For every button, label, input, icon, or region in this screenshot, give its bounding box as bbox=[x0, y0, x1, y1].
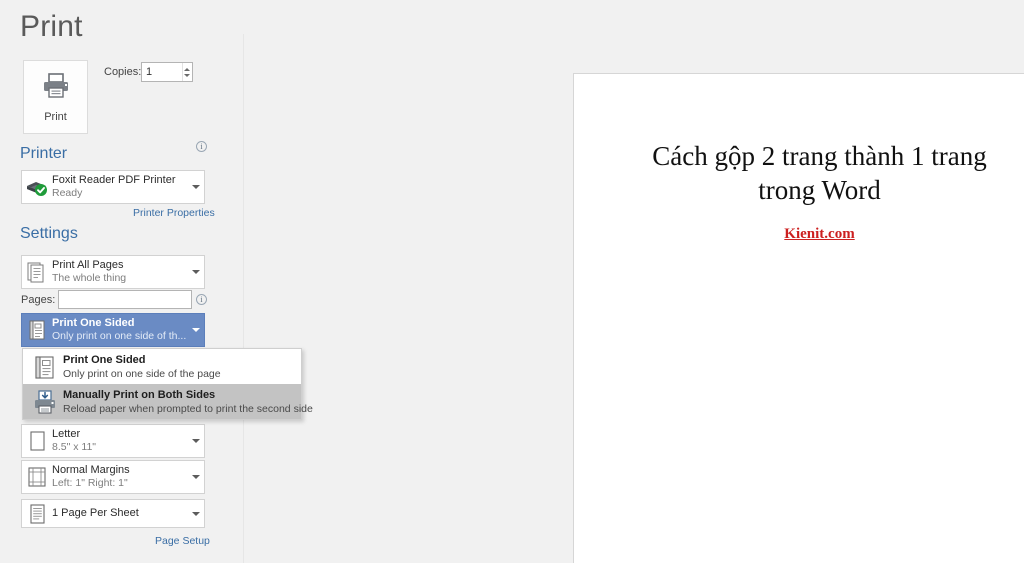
print-backstage: Print Print Copies: Printer i bbox=[0, 0, 1024, 563]
printer-status: Ready bbox=[52, 187, 83, 199]
printer-ready-icon bbox=[22, 177, 52, 197]
pages-per-sheet-icon bbox=[22, 503, 52, 525]
chevron-down-icon[interactable] bbox=[188, 185, 204, 189]
pages-per-sheet-title: 1 Page Per Sheet bbox=[52, 507, 139, 519]
spinner-up-icon[interactable] bbox=[184, 67, 191, 71]
chevron-down-icon[interactable] bbox=[188, 439, 204, 443]
pages-info-icon[interactable]: i bbox=[196, 294, 207, 305]
chevron-down-icon[interactable] bbox=[188, 511, 204, 516]
paper-icon bbox=[22, 430, 52, 452]
pages-per-sheet-select[interactable]: 1 Page Per Sheet bbox=[21, 499, 205, 528]
dropdown-option-title: Print One Sided bbox=[63, 353, 146, 366]
printer-info-icon[interactable]: i bbox=[196, 141, 207, 152]
margins-title: Normal Margins bbox=[52, 464, 130, 476]
copies-label: Copies: bbox=[104, 66, 142, 78]
print-range-subtitle: The whole thing bbox=[52, 272, 127, 284]
printer-icon bbox=[41, 72, 71, 104]
paper-size-title: Letter bbox=[52, 428, 81, 440]
paper-size-subtitle: 8.5" x 11" bbox=[52, 441, 97, 453]
copies-input[interactable] bbox=[142, 63, 182, 81]
dropdown-option-subtitle: Reload paper when prompted to print the … bbox=[63, 402, 313, 415]
print-range-title: Print All Pages bbox=[52, 259, 124, 271]
chevron-down-icon[interactable] bbox=[188, 475, 204, 479]
print-range-select[interactable]: Print All Pages The whole thing bbox=[21, 255, 205, 289]
spinner-down-icon[interactable] bbox=[184, 73, 191, 77]
one-sided-icon bbox=[27, 354, 63, 380]
print-sides-title: Print One Sided bbox=[52, 317, 135, 329]
pages-label: Pages: bbox=[21, 294, 56, 306]
print-sides-dropdown-menu[interactable]: Print One Sided Only print on one side o… bbox=[22, 348, 313, 420]
dropdown-option-subtitle: Only print on one side of the page bbox=[63, 367, 221, 380]
dropdown-option-manually-print-on-both-sides[interactable]: Manually Print on Both Sides Reload pape… bbox=[23, 384, 313, 419]
dropdown-option-title: Manually Print on Both Sides bbox=[63, 388, 216, 401]
print-sides-subtitle: Only print on one side of th... bbox=[52, 330, 187, 342]
chevron-down-icon[interactable] bbox=[188, 270, 204, 274]
print-button[interactable]: Print bbox=[23, 60, 88, 134]
settings-section-heading: Settings bbox=[20, 225, 78, 242]
paper-size-select[interactable]: Letter 8.5" x 11" bbox=[21, 424, 205, 458]
one-sided-icon bbox=[22, 319, 52, 341]
printer-properties-link[interactable]: Printer Properties bbox=[133, 207, 215, 219]
preview-document-title: Cách gộp 2 trang thành 1 trang trong Wor… bbox=[652, 141, 987, 205]
print-button-label: Print bbox=[44, 110, 67, 123]
printer-select[interactable]: Foxit Reader PDF Printer Ready bbox=[21, 170, 205, 204]
pages-field[interactable] bbox=[58, 290, 192, 310]
dropdown-option-print-one-sided[interactable]: Print One Sided Only print on one side o… bbox=[23, 349, 301, 384]
page-title: Print bbox=[20, 10, 83, 43]
chevron-down-icon[interactable] bbox=[188, 328, 204, 332]
print-sides-select[interactable]: Print One Sided Only print on one side o… bbox=[21, 313, 205, 347]
pages-icon bbox=[22, 261, 52, 283]
printer-name: Foxit Reader PDF Printer bbox=[52, 174, 176, 186]
print-preview-pane: Cách gộp 2 trang thành 1 trang trong Wor… bbox=[244, 0, 1024, 563]
copies-spin-arrows[interactable] bbox=[181, 63, 192, 81]
preview-page: Cách gộp 2 trang thành 1 trang trong Wor… bbox=[573, 73, 1024, 563]
both-sides-printer-icon bbox=[27, 389, 63, 415]
copies-stepper[interactable] bbox=[141, 62, 193, 82]
margins-icon bbox=[22, 466, 52, 488]
margins-select[interactable]: Normal Margins Left: 1" Right: 1" bbox=[21, 460, 205, 494]
pages-input[interactable] bbox=[59, 292, 191, 310]
printer-section-heading: Printer bbox=[20, 145, 68, 162]
margins-subtitle: Left: 1" Right: 1" bbox=[52, 477, 128, 489]
page-setup-link[interactable]: Page Setup bbox=[155, 535, 210, 547]
preview-document-subtitle: Kienit.com bbox=[784, 226, 855, 242]
